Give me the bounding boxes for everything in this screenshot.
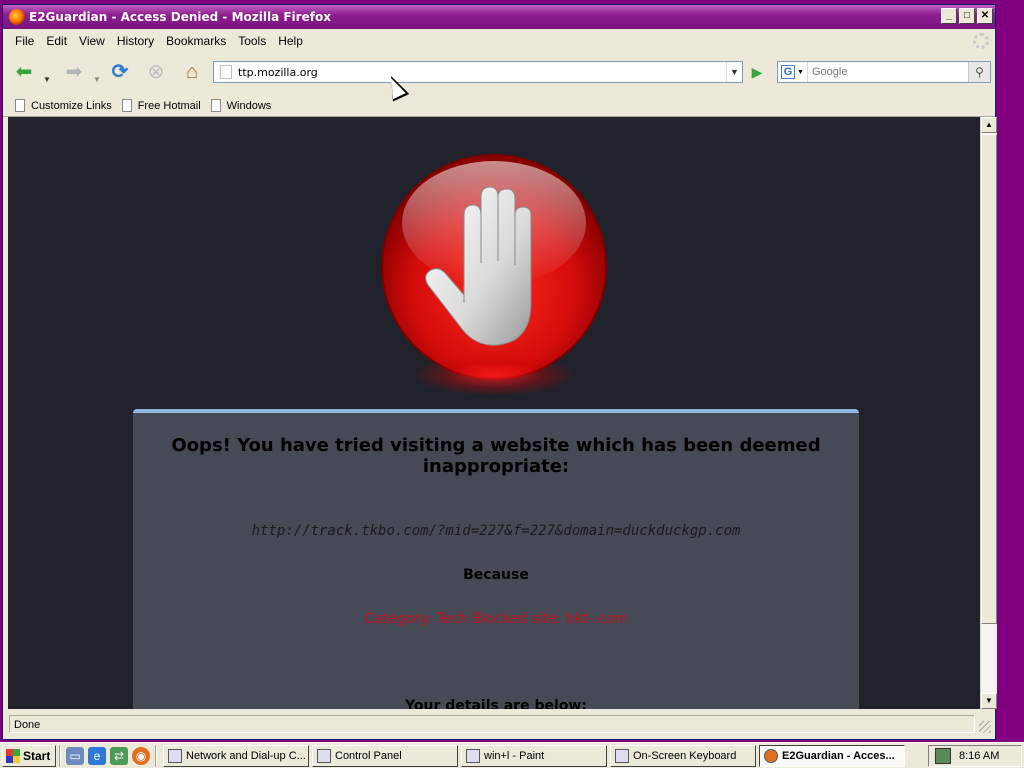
page-icon xyxy=(15,99,25,112)
close-button[interactable]: ✕ xyxy=(977,8,993,24)
firefox-window: E2Guardian - Access Denied - Mozilla Fir… xyxy=(2,4,997,740)
scroll-thumb[interactable] xyxy=(981,134,997,624)
menu-view[interactable]: View xyxy=(73,34,111,48)
keyboard-icon xyxy=(615,748,629,763)
windows-logo-icon xyxy=(6,748,20,763)
status-text: Done xyxy=(9,715,975,733)
menu-bookmarks[interactable]: Bookmarks xyxy=(160,34,232,48)
control-panel-icon xyxy=(317,748,331,763)
task-label: On-Screen Keyboard xyxy=(633,749,737,762)
status-bar: Done xyxy=(3,711,995,737)
firefox-icon xyxy=(764,748,778,763)
internet-explorer-icon[interactable]: e xyxy=(88,746,106,765)
bookmark-label: Customize Links xyxy=(31,99,112,112)
network-icon[interactable]: ⇄ xyxy=(110,746,128,765)
taskbar-separator xyxy=(155,744,157,767)
forward-button[interactable]: ➡ xyxy=(61,61,87,85)
tray-network-icon[interactable] xyxy=(935,748,951,764)
reload-button[interactable]: ⟳ xyxy=(107,61,133,85)
forward-arrow-icon: ➡ xyxy=(65,61,83,83)
back-button[interactable]: ⬅ xyxy=(11,61,37,85)
resize-grip[interactable] xyxy=(979,721,991,733)
menu-tools[interactable]: Tools xyxy=(232,34,272,48)
menu-file[interactable]: File xyxy=(9,34,40,48)
search-input[interactable] xyxy=(808,62,968,82)
navigation-toolbar: ⬅ ▼ ➡ ▼ ⟳ ⊗ ⌂ ttp.mozilla.org ▼ ▶ G ▼ ⚲ xyxy=(3,55,995,91)
task-label: Control Panel xyxy=(335,749,402,762)
page-icon xyxy=(121,99,132,112)
stop-sign-glow xyxy=(416,355,572,395)
start-label: Start xyxy=(23,748,51,763)
show-desktop-icon[interactable]: ▭ xyxy=(66,746,84,765)
window-title: E2Guardian - Access Denied - Mozilla Fir… xyxy=(29,10,331,24)
reload-icon: ⟳ xyxy=(111,61,129,83)
taskbar: Start ▭ e ⇄ ◉ Network and Dial-up C... C… xyxy=(0,742,1024,768)
go-button[interactable]: ▶ xyxy=(747,62,767,82)
bookmark-customize-links[interactable]: Customize Links xyxy=(15,99,112,112)
stop-icon: ⊗ xyxy=(147,61,165,83)
paint-icon xyxy=(466,748,480,763)
task-network-dialup[interactable]: Network and Dial-up C... xyxy=(163,744,309,767)
url-input[interactable]: ttp.mozilla.org xyxy=(238,66,726,79)
bookmark-label: Windows xyxy=(226,99,272,112)
task-paint[interactable]: win+l - Paint xyxy=(461,744,607,767)
maximize-button[interactable]: □ xyxy=(959,8,975,24)
scroll-up-button[interactable]: ▲ xyxy=(981,117,997,133)
go-arrow-icon: ▶ xyxy=(751,64,763,80)
stop-button[interactable]: ⊗ xyxy=(143,61,169,85)
bookmarks-toolbar: Customize Links Free Hotmail Windows xyxy=(3,95,995,117)
page-icon xyxy=(220,65,232,79)
google-icon: G xyxy=(781,65,796,79)
task-label: Network and Dial-up C... xyxy=(186,749,306,762)
firefox-icon[interactable]: ◉ xyxy=(132,746,150,765)
stop-hand-icon xyxy=(381,154,607,380)
gear-icon xyxy=(973,33,989,49)
scroll-down-button[interactable]: ▼ xyxy=(981,693,997,709)
title-bar[interactable]: E2Guardian - Access Denied - Mozilla Fir… xyxy=(3,5,995,29)
bookmark-windows[interactable]: Windows xyxy=(210,99,272,112)
search-bar: G ▼ ⚲ xyxy=(777,61,991,83)
task-label: E2Guardian - Acces... xyxy=(782,749,895,762)
details-heading: Your details are below: xyxy=(405,698,587,709)
magnifier-icon: ⚲ xyxy=(975,65,984,79)
task-onscreen-keyboard[interactable]: On-Screen Keyboard xyxy=(610,744,756,767)
url-history-dropdown[interactable]: ▼ xyxy=(726,62,742,82)
task-label: win+l - Paint xyxy=(484,749,545,762)
menu-edit[interactable]: Edit xyxy=(40,34,73,48)
home-button[interactable]: ⌂ xyxy=(179,61,205,85)
network-folder-icon xyxy=(168,748,182,763)
vertical-scrollbar[interactable]: ▲ ▼ xyxy=(980,117,997,709)
search-button[interactable]: ⚲ xyxy=(968,62,990,82)
system-tray: 8:16 AM xyxy=(928,745,1022,767)
because-label: Because xyxy=(463,567,529,583)
bookmark-free-hotmail[interactable]: Free Hotmail xyxy=(121,99,201,112)
window-controls: _ □ ✕ xyxy=(941,8,993,24)
menu-bar: File Edit View History Bookmarks Tools H… xyxy=(3,30,995,52)
url-bar[interactable]: ttp.mozilla.org ▼ xyxy=(213,61,743,83)
taskbar-separator xyxy=(59,744,61,767)
task-firefox[interactable]: E2Guardian - Acces... xyxy=(759,744,905,767)
page-icon xyxy=(210,99,221,112)
back-history-dropdown[interactable]: ▼ xyxy=(43,69,51,93)
bookmark-label: Free Hotmail xyxy=(137,99,201,112)
page-title: Oops! You have tried visiting a website … xyxy=(171,435,821,477)
minimize-button[interactable]: _ xyxy=(941,8,957,24)
menu-help[interactable]: Help xyxy=(272,34,309,48)
back-arrow-icon: ⬅ xyxy=(15,61,33,83)
home-icon: ⌂ xyxy=(185,61,199,83)
page-content: Oops! You have tried visiting a website … xyxy=(8,117,980,709)
blocked-url: http://track.tkbo.com/?mid=227&f=227&dom… xyxy=(251,523,741,539)
block-reason: Category: Tech Blocked site: bkt-.com xyxy=(364,611,628,627)
start-button[interactable]: Start xyxy=(2,744,56,767)
firefox-icon xyxy=(9,9,25,25)
forward-history-dropdown[interactable]: ▼ xyxy=(93,69,101,93)
search-engine-selector[interactable]: G ▼ xyxy=(778,62,808,82)
menu-history[interactable]: History xyxy=(111,34,160,48)
task-control-panel[interactable]: Control Panel xyxy=(312,744,458,767)
clock[interactable]: 8:16 AM xyxy=(959,750,999,762)
access-denied-panel: Oops! You have tried visiting a website … xyxy=(133,409,859,709)
